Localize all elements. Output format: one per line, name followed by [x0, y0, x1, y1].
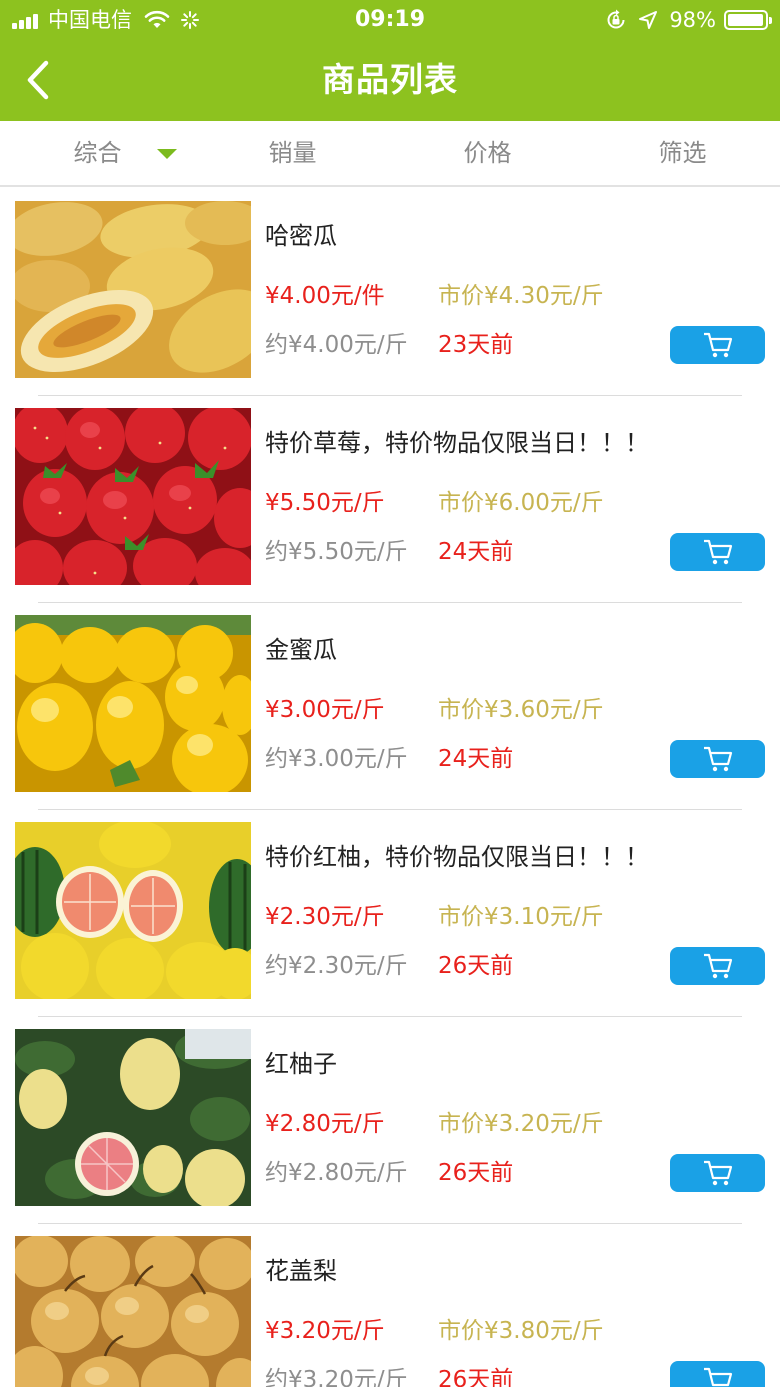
battery-level	[728, 14, 764, 26]
approx-price: 约¥3.00元/斤	[265, 746, 408, 772]
market-price: 市价¥6.00元/斤	[438, 490, 604, 516]
status-bar-right: 98%	[605, 7, 772, 33]
product-item[interactable]: 金蜜瓜 ¥3.00元/斤 市价¥3.60元/斤 约¥3.00元/斤 24天前	[0, 603, 780, 810]
shopping-cart-icon	[703, 953, 732, 979]
tab-filter[interactable]: 筛选	[585, 121, 780, 185]
battery-percent: 98%	[669, 8, 716, 32]
time-ago: 24天前	[438, 539, 514, 565]
product-price: ¥3.00元/斤	[265, 697, 385, 723]
tab-filter-label: 筛选	[658, 139, 707, 167]
market-price: 市价¥4.30元/斤	[438, 283, 604, 309]
product-name[interactable]: 红柚子	[265, 1047, 337, 1081]
add-to-cart-button[interactable]	[670, 1154, 765, 1192]
product-item[interactable]: 特价草莓，特价物品仅限当日！！！ ¥5.50元/斤 市价¥6.00元/斤 约¥5…	[0, 396, 780, 603]
add-to-cart-button[interactable]	[670, 326, 765, 364]
tab-price-label: 价格	[463, 139, 512, 167]
shopping-cart-icon	[703, 1160, 732, 1186]
battery-icon	[724, 10, 772, 30]
product-price: ¥2.30元/斤	[265, 904, 385, 930]
market-price: 市价¥3.10元/斤	[438, 904, 604, 930]
status-bar: 中国电信 09:19 98%	[0, 0, 780, 40]
page-title: 商品列表	[322, 60, 458, 99]
approx-price: 约¥4.00元/斤	[265, 332, 408, 358]
product-list: 哈密瓜 ¥4.00元/件 市价¥4.30元/斤 约¥4.00元/斤 23天前 特…	[0, 189, 780, 1387]
add-to-cart-button[interactable]	[670, 1361, 765, 1387]
product-price: ¥4.00元/件	[265, 283, 385, 309]
market-price: 市价¥3.60元/斤	[438, 697, 604, 723]
time-ago: 26天前	[438, 953, 514, 979]
product-image-golden-melon[interactable]	[15, 615, 251, 792]
tab-price[interactable]: 价格	[390, 121, 585, 185]
product-image-hami-melon[interactable]	[15, 201, 251, 378]
product-item[interactable]: 红柚子 ¥2.80元/斤 市价¥3.20元/斤 约¥2.80元/斤 26天前	[0, 1017, 780, 1224]
shopping-cart-icon	[703, 1367, 732, 1387]
market-price: 市价¥3.20元/斤	[438, 1111, 604, 1137]
product-image-red-pomelo[interactable]	[15, 822, 251, 999]
product-image-pear[interactable]	[15, 1236, 251, 1387]
product-name[interactable]: 花盖梨	[265, 1254, 337, 1288]
product-name[interactable]: 特价红柚，特价物品仅限当日！！！	[265, 840, 649, 874]
time-ago: 26天前	[438, 1160, 514, 1186]
time-ago: 24天前	[438, 746, 514, 772]
add-to-cart-button[interactable]	[670, 740, 765, 778]
time-ago: 26天前	[438, 1367, 514, 1387]
time-ago: 23天前	[438, 332, 514, 358]
shopping-cart-icon	[703, 332, 732, 358]
shopping-cart-icon	[703, 539, 732, 565]
product-price: ¥2.80元/斤	[265, 1111, 385, 1137]
product-item[interactable]: 花盖梨 ¥3.20元/斤 市价¥3.80元/斤 约¥3.20元/斤 26天前	[0, 1224, 780, 1387]
app-header: 中国电信 09:19 98% 商品列表	[0, 0, 780, 121]
tab-sales-label: 销量	[268, 139, 317, 167]
tab-sales[interactable]: 销量	[195, 121, 390, 185]
approx-price: 约¥2.80元/斤	[265, 1160, 408, 1186]
product-item[interactable]: 特价红柚，特价物品仅限当日！！！ ¥2.30元/斤 市价¥3.10元/斤 约¥2…	[0, 810, 780, 1017]
filter-bar: 综合 销量 价格 筛选	[0, 121, 780, 187]
tab-comprehensive[interactable]: 综合	[0, 121, 195, 185]
product-name[interactable]: 特价草莓，特价物品仅限当日！！！	[265, 426, 649, 460]
product-name[interactable]: 哈密瓜	[265, 219, 337, 253]
location-arrow-icon	[639, 11, 658, 29]
market-price: 市价¥3.80元/斤	[438, 1318, 604, 1344]
battery-tip	[769, 17, 772, 24]
product-name[interactable]: 金蜜瓜	[265, 633, 337, 667]
product-item[interactable]: 哈密瓜 ¥4.00元/件 市价¥4.30元/斤 约¥4.00元/斤 23天前	[0, 189, 780, 396]
dropdown-triangle-icon	[157, 149, 177, 159]
product-price: ¥3.20元/斤	[265, 1318, 385, 1344]
approx-price: 约¥3.20元/斤	[265, 1367, 408, 1387]
tab-comprehensive-label: 综合	[73, 139, 122, 167]
shopping-cart-icon	[703, 746, 732, 772]
approx-price: 约¥5.50元/斤	[265, 539, 408, 565]
add-to-cart-button[interactable]	[670, 533, 765, 571]
add-to-cart-button[interactable]	[670, 947, 765, 985]
product-price: ¥5.50元/斤	[265, 490, 385, 516]
rotation-lock-icon	[607, 9, 625, 29]
product-image-pomelo-tree[interactable]	[15, 1029, 251, 1206]
product-image-strawberry[interactable]	[15, 408, 251, 585]
approx-price: 约¥2.30元/斤	[265, 953, 408, 979]
